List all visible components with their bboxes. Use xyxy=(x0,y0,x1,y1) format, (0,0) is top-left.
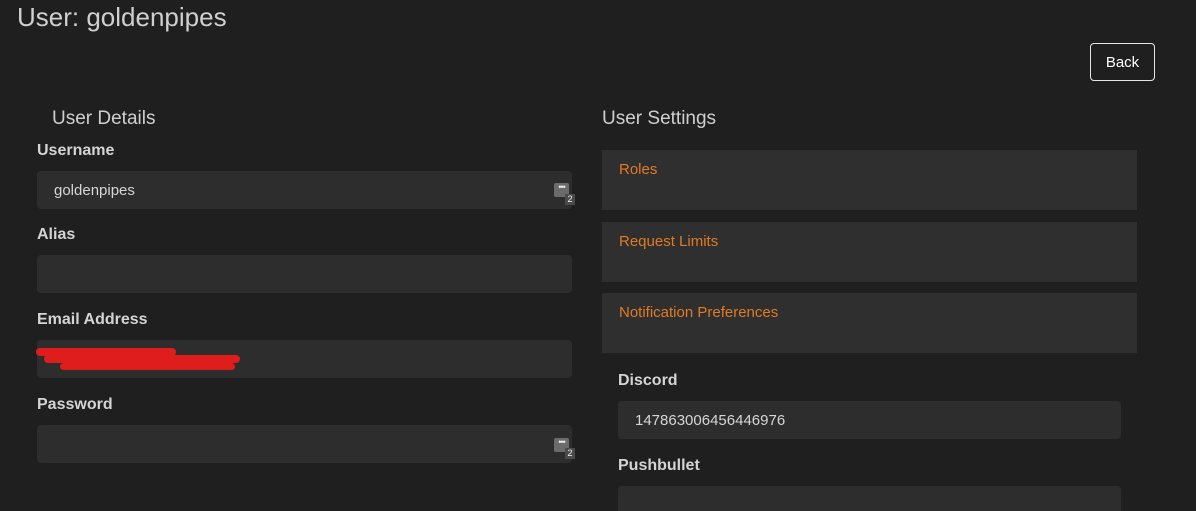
roles-label: Roles xyxy=(619,161,658,178)
password-field[interactable] xyxy=(37,425,572,463)
username-field[interactable]: goldenpipes xyxy=(37,171,572,209)
notification-preferences-section[interactable]: Notification Preferences xyxy=(602,293,1137,353)
alias-field[interactable] xyxy=(37,255,572,293)
roles-section[interactable]: Roles xyxy=(602,150,1137,210)
request-limits-section[interactable]: Request Limits xyxy=(602,222,1137,282)
discord-label: Discord xyxy=(618,372,678,389)
page-title: User: goldenpipes xyxy=(17,2,227,32)
request-limits-label: Request Limits xyxy=(619,233,719,250)
password-manager-badge: 2 xyxy=(565,448,575,459)
email-redaction xyxy=(44,355,240,363)
discord-field[interactable]: 147863006456446976 xyxy=(618,401,1121,439)
alias-label: Alias xyxy=(37,226,76,243)
password-manager-badge: 2 xyxy=(565,194,575,205)
pushbullet-field[interactable] xyxy=(618,486,1121,511)
email-label: Email Address xyxy=(37,311,148,328)
username-label: Username xyxy=(37,142,115,159)
notification-preferences-label: Notification Preferences xyxy=(619,304,779,321)
user-settings-heading: User Settings xyxy=(602,108,717,129)
discord-value: 147863006456446976 xyxy=(635,411,786,429)
user-details-heading: User Details xyxy=(52,108,156,129)
pushbullet-label: Pushbullet xyxy=(618,457,700,474)
password-label: Password xyxy=(37,396,113,413)
email-redaction xyxy=(60,363,235,370)
username-value: goldenpipes xyxy=(54,181,135,199)
back-button[interactable]: Back xyxy=(1090,43,1155,81)
